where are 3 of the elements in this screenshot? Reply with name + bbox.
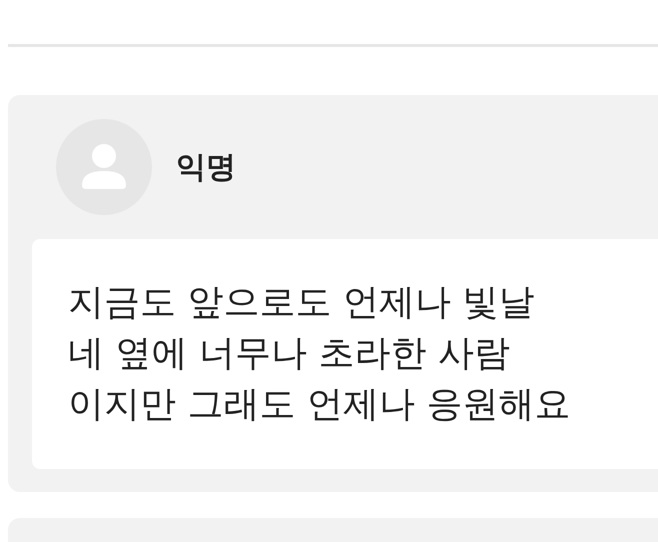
avatar-icon (56, 119, 152, 215)
message-text: 지금도 앞으로도 언제나 빛날 네 옆에 너무나 초라한 사람 이지만 그래도 언제나 응원해요 (68, 281, 572, 427)
author-name: 익명 (176, 148, 236, 186)
